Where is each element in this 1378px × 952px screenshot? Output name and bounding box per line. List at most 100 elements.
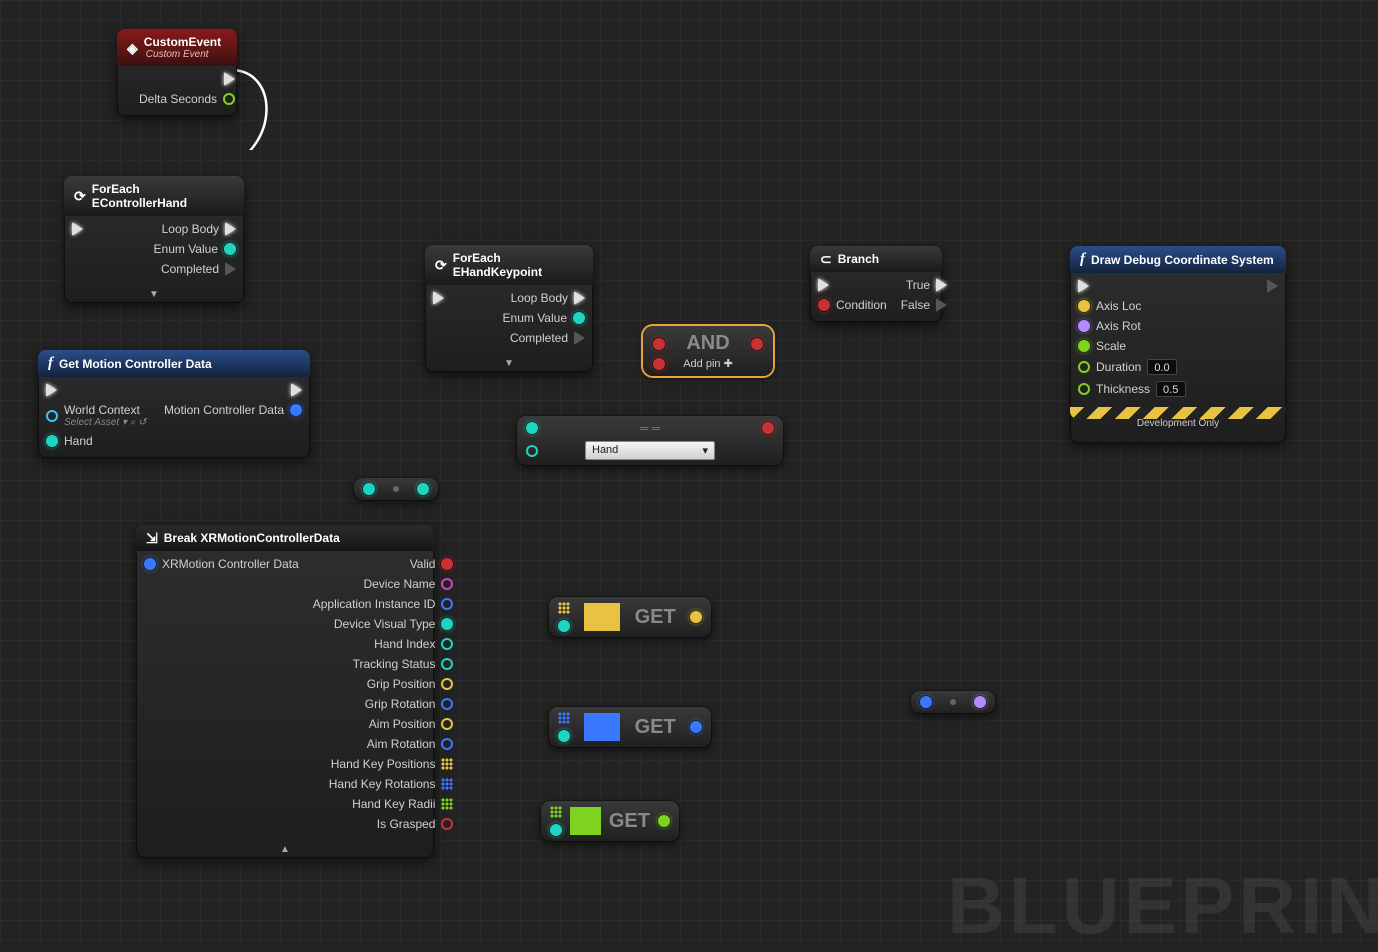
pin-in[interactable] (363, 483, 375, 495)
node-title: Get Motion Controller Data (59, 357, 212, 371)
pin-completed[interactable]: Completed (161, 262, 236, 276)
pin-tracking-status[interactable]: Tracking Status (353, 657, 454, 671)
node-custom-event[interactable]: ◈ CustomEvent Custom Event Delta Seconds (117, 29, 237, 116)
pin-exec-in[interactable] (72, 222, 83, 236)
node-title: Draw Debug Coordinate System (1091, 253, 1274, 267)
node-equal-enum[interactable]: ═ ═ Hand▾ (516, 415, 784, 466)
pin-out[interactable] (974, 696, 986, 708)
collapse-toggle[interactable] (136, 841, 434, 858)
pin-index-in[interactable] (550, 824, 562, 836)
branch-icon: ⊂ (820, 252, 832, 266)
node-foreach-handkeypoint[interactable]: ⟳ ForEach EHandKeypoint Loop Body Enum V… (425, 245, 593, 372)
node-foreach-controllerhand[interactable]: ⟳ ForEach EControllerHand Loop Body Enum… (64, 176, 244, 303)
pin-hand-key-rotations[interactable]: Hand Key Rotations (329, 777, 454, 791)
duration-input[interactable]: 0.0 (1147, 359, 1177, 375)
pin-false[interactable]: False (901, 298, 947, 312)
node-get-radii[interactable]: GET (540, 800, 680, 842)
pin-index-in[interactable] (558, 730, 570, 742)
node-draw-debug-coordinate-system[interactable]: f Draw Debug Coordinate System Axis Loc … (1070, 246, 1286, 443)
node-header: ⇲ Break XRMotionControllerData (136, 525, 434, 551)
pin-exec-in[interactable] (433, 291, 444, 305)
pin-thickness[interactable]: Thickness0.5 (1078, 381, 1186, 397)
pin-device-visual-type[interactable]: Device Visual Type (334, 617, 454, 631)
function-icon: f (1080, 252, 1085, 267)
expand-toggle[interactable] (64, 286, 244, 303)
array-icon (570, 807, 601, 835)
pin-hand-key-positions[interactable]: Hand Key Positions (331, 757, 454, 771)
node-reroute-rot[interactable] (910, 690, 996, 714)
pin-out[interactable] (417, 483, 429, 495)
pin-array-in[interactable] (550, 806, 562, 818)
pin-item-out[interactable] (658, 815, 670, 827)
pin-index-in[interactable] (558, 620, 570, 632)
pin-exec-out[interactable] (1267, 279, 1278, 293)
pin-xrdata-in[interactable]: XRMotion Controller Data (144, 557, 299, 571)
node-get-rotations[interactable]: GET (548, 706, 712, 748)
pin-device-name[interactable]: Device Name (363, 577, 453, 591)
node-and[interactable]: AND Add pin ✚ (643, 326, 773, 376)
pin-exec-out[interactable] (291, 383, 302, 397)
node-break-xrmotioncontrollerdata[interactable]: ⇲ Break XRMotionControllerData XRMotion … (136, 525, 434, 858)
pin-aim-rotation[interactable]: Aim Rotation (367, 737, 454, 751)
pin-exec-in[interactable] (46, 383, 147, 397)
node-header: ⟳ ForEach EControllerHand (64, 176, 244, 216)
pin-completed[interactable]: Completed (510, 331, 585, 345)
pin-equal-out[interactable] (762, 422, 774, 434)
pin-condition[interactable]: Condition (818, 298, 887, 312)
node-reroute-teal[interactable] (353, 477, 439, 501)
function-icon: f (48, 356, 53, 371)
node-header: ◈ CustomEvent Custom Event (117, 29, 237, 66)
node-get-positions[interactable]: GET (548, 596, 712, 638)
pin-hand-index[interactable]: Hand Index (374, 637, 453, 651)
get-label: GET (635, 606, 676, 629)
enum-dropdown[interactable]: Hand▾ (585, 441, 715, 460)
pin-axis-rot[interactable]: Axis Rot (1078, 319, 1186, 333)
expand-toggle[interactable] (425, 355, 593, 372)
pin-item-out[interactable] (690, 611, 702, 623)
pin-grip-position[interactable]: Grip Position (367, 677, 454, 691)
break-icon: ⇲ (146, 531, 158, 545)
pin-array-in[interactable] (558, 712, 570, 724)
pin-enum-value[interactable]: Enum Value (503, 311, 585, 325)
asset-selector[interactable]: Select Asset (64, 417, 119, 428)
pin-equal-a[interactable] (526, 422, 538, 434)
pin-hand[interactable]: Hand (46, 434, 147, 448)
pin-and-in-2[interactable] (653, 358, 665, 370)
node-header: f Get Motion Controller Data (38, 350, 310, 377)
node-get-motion-controller-data[interactable]: f Get Motion Controller Data World Conte… (38, 350, 310, 458)
pin-is-grasped[interactable]: Is Grasped (377, 817, 454, 831)
pin-array-in[interactable] (558, 602, 570, 614)
pin-equal-b[interactable] (526, 445, 538, 457)
pin-true[interactable]: True (906, 278, 947, 292)
pin-exec-in[interactable] (818, 278, 887, 292)
thickness-input[interactable]: 0.5 (1156, 381, 1186, 397)
and-label: AND (686, 332, 729, 355)
node-title: ForEach EControllerHand (92, 182, 234, 210)
pin-in[interactable] (920, 696, 932, 708)
pin-hand-key-radii[interactable]: Hand Key Radii (352, 797, 453, 811)
node-header: ⟳ ForEach EHandKeypoint (425, 245, 593, 285)
event-icon: ◈ (127, 41, 138, 55)
pin-grip-rotation[interactable]: Grip Rotation (365, 697, 454, 711)
pin-loop-body[interactable]: Loop Body (511, 291, 585, 305)
pin-valid[interactable]: Valid (410, 557, 454, 571)
pin-loop-body[interactable]: Loop Body (162, 222, 236, 236)
add-pin-label[interactable]: Add pin (683, 358, 720, 370)
pin-motion-controller-data[interactable]: Motion Controller Data (164, 403, 302, 417)
pin-delta-seconds[interactable]: Delta Seconds (139, 92, 235, 106)
pin-item-out[interactable] (690, 721, 702, 733)
pin-scale[interactable]: Scale (1078, 339, 1186, 353)
pin-enum-value[interactable]: Enum Value (154, 242, 236, 256)
pin-exec-out[interactable] (224, 72, 235, 86)
macro-icon: ⟳ (435, 258, 447, 272)
pin-and-in-1[interactable] (653, 338, 665, 350)
pin-world-context[interactable]: World Context Select Asset ▾ ⌕ ↺ (46, 403, 147, 428)
pin-axis-loc[interactable]: Axis Loc (1078, 299, 1186, 313)
pin-aim-position[interactable]: Aim Position (369, 717, 454, 731)
node-branch[interactable]: ⊂ Branch Condition True False (810, 246, 942, 322)
node-title: CustomEvent (144, 35, 221, 49)
pin-and-out[interactable] (751, 338, 763, 350)
pin-app-id[interactable]: Application Instance ID (313, 597, 454, 611)
pin-duration[interactable]: Duration0.0 (1078, 359, 1186, 375)
pin-exec-in[interactable] (1078, 279, 1186, 293)
